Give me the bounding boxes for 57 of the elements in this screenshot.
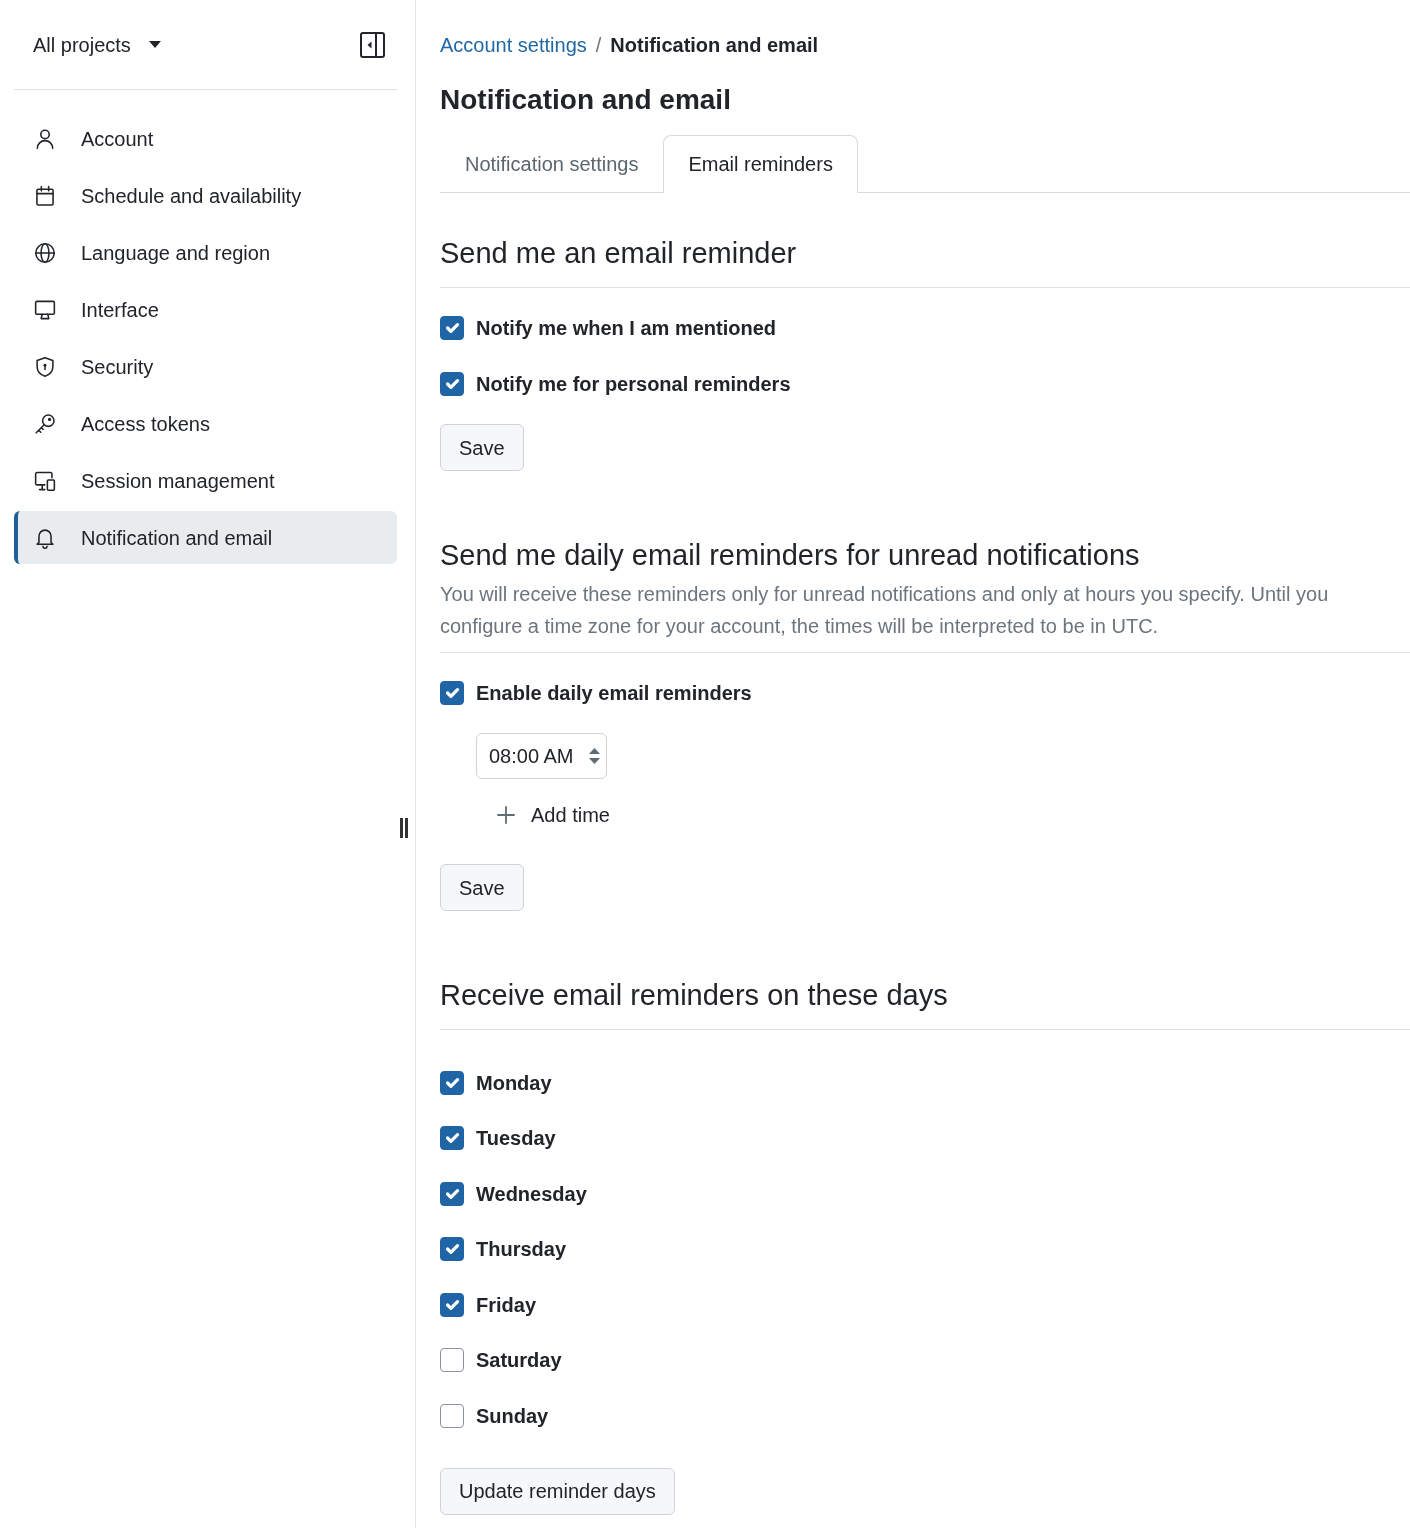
shield-icon (34, 355, 56, 378)
checkbox[interactable] (440, 1181, 464, 1206)
checkbox-label: Monday (476, 1070, 552, 1096)
checkbox-label: Tuesday (476, 1126, 556, 1152)
update-button[interactable]: Update reminder days (440, 1467, 675, 1515)
checkbox-label: Friday (476, 1292, 537, 1318)
checkbox-label: Notify me for personal reminders (476, 372, 791, 397)
up-down-caret-icon (589, 748, 600, 764)
breadcrumb-link[interactable]: Account settings (440, 30, 587, 60)
collapse-sidebar-icon[interactable] (360, 31, 385, 58)
key-icon (34, 412, 56, 435)
checkbox[interactable] (440, 681, 464, 705)
tab[interactable]: Notification settings (440, 135, 664, 193)
section-heading: Receive email reminders on these days (440, 978, 949, 1013)
checkbox-label: Saturday (476, 1348, 562, 1374)
add-time-button[interactable]: Add time (476, 793, 610, 837)
checkbox-label: Sunday (476, 1403, 549, 1429)
checkbox[interactable] (440, 372, 464, 396)
tab[interactable]: Email reminders (663, 135, 858, 193)
checkbox[interactable] (440, 1292, 464, 1317)
sidebar-item[interactable]: Security (14, 340, 397, 393)
checkbox-label: Notify me when I am mentioned (476, 316, 777, 341)
save-button[interactable]: Save (440, 864, 524, 911)
time-select[interactable]: 08:00 AM (476, 733, 607, 779)
sidebar-item[interactable]: Language and region (14, 226, 397, 279)
sidebar-item[interactable]: Interface (14, 283, 397, 336)
sidebar-item[interactable]: Schedule and availability (14, 169, 397, 222)
breadcrumb-separator: / (595, 33, 602, 58)
sidebar-item[interactable]: Notification and email (14, 511, 397, 564)
bell-icon (34, 526, 56, 549)
checkbox[interactable] (440, 1126, 464, 1151)
save-button[interactable]: Save (440, 424, 524, 471)
breadcrumb-current: Notification and email (610, 33, 819, 58)
sidebar-item[interactable]: Access tokens (14, 397, 397, 450)
caret-down-icon (148, 41, 161, 48)
checkbox-label: Enable daily email reminders (476, 681, 752, 706)
devices-icon (34, 469, 56, 492)
monitor-icon (34, 298, 56, 321)
checkbox-label: Thursday (476, 1237, 567, 1263)
sidebar-item[interactable]: Account (14, 112, 397, 165)
section-heading: Send me daily email reminders for unread notifications (440, 538, 1141, 573)
plus-icon (497, 806, 515, 824)
checkbox[interactable] (440, 1237, 464, 1262)
section-heading: Send me an email reminder (440, 236, 798, 271)
checkbox[interactable] (440, 1403, 464, 1428)
calendar-icon (34, 184, 56, 207)
checkbox[interactable] (440, 316, 464, 340)
checkbox[interactable] (440, 1348, 464, 1373)
page-title: Notification and email (440, 83, 732, 117)
checkbox-label: Wednesday (476, 1181, 587, 1207)
checkbox[interactable] (440, 1070, 464, 1095)
section-description: You will receive these reminders only for unread notifications and only at hours you specify. Until you configure a time zone for your account, the times will be interpreted to be in UTC. (440, 582, 1330, 639)
person-icon (34, 127, 56, 150)
resize-handle-icon[interactable] (400, 818, 408, 838)
project-selector[interactable]: All projects (33, 29, 161, 60)
globe-icon (34, 241, 56, 264)
sidebar-item[interactable]: Session management (14, 454, 397, 507)
